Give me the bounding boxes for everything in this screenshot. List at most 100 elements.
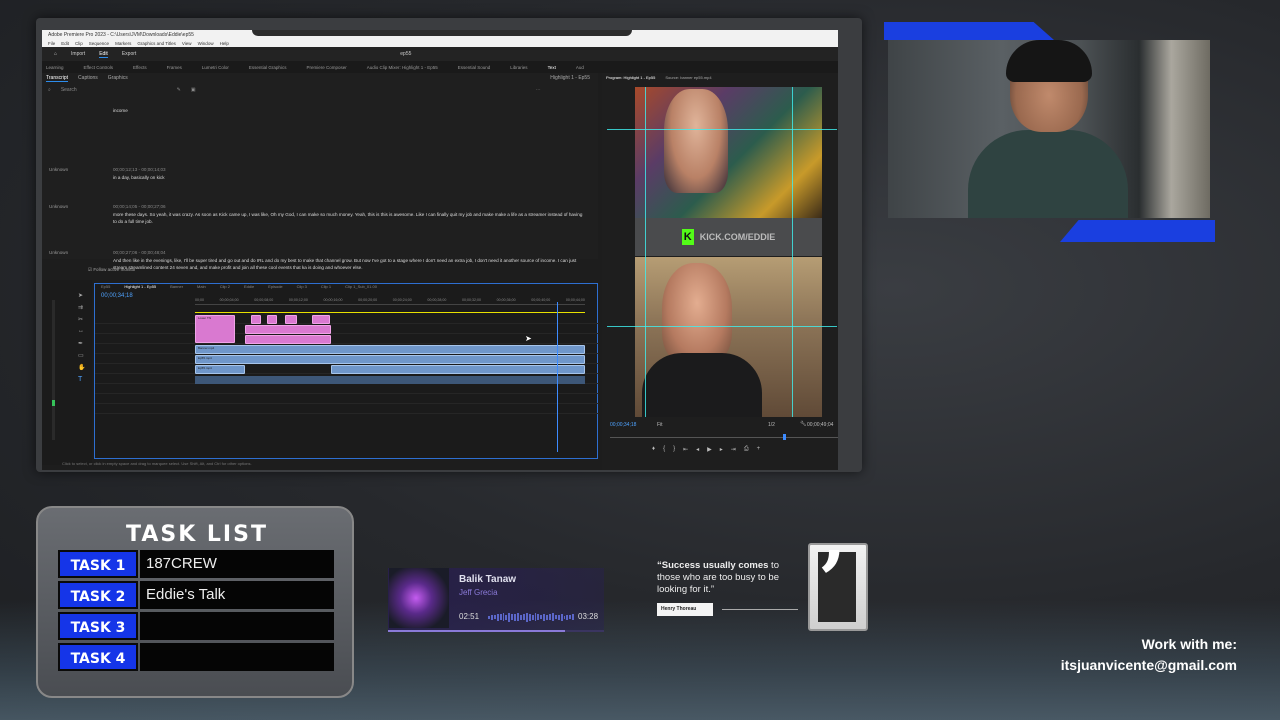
waveform-progress [488,612,575,622]
menu-view[interactable]: View [182,41,192,46]
timeline-tab[interactable]: Episode [268,284,282,292]
quote-text: “Success usually comes to those who are … [657,560,802,596]
clip-pink[interactable] [245,325,331,334]
captions-icon[interactable]: ▣ [191,87,196,93]
clip-pink[interactable] [285,315,297,324]
tab-source[interactable]: Source: banner ep55.mp4 [665,75,711,83]
clip-banner[interactable]: Banner.mp4 [195,345,585,354]
fit-dropdown[interactable]: Fit [657,422,663,428]
entry-text: more these days. So yeah, it was crazy. … [113,212,583,224]
task-list-title: TASK LIST [126,522,268,547]
waveform-bar [525,612,528,622]
ws-tab[interactable]: Effect Controls [84,65,113,70]
rectangle-tool-icon[interactable]: ▭ [78,352,84,359]
tab-graphics[interactable]: Graphics [108,75,128,81]
ruler-tick: 00;00;40;00 [531,298,551,302]
timeline-tab[interactable]: Clip 1_Sub_01.00 [345,284,377,292]
work-area-bar[interactable] [195,312,585,313]
ws-tab[interactable]: Aud [576,65,584,70]
timeline-tab[interactable]: Clip 3 [297,284,307,292]
go-to-out-icon[interactable]: ⇥ [731,446,736,456]
waveform-bar [537,614,540,620]
tab-captions[interactable]: Captions [78,75,98,81]
streamer-hair [1006,40,1092,82]
play-icon[interactable]: ▶ [707,446,712,456]
menu-edit[interactable]: Edit [61,41,69,46]
menu-clip[interactable]: Clip [75,41,83,46]
mark-out-icon[interactable]: } [673,446,675,456]
go-to-in-icon[interactable]: ⇤ [683,446,688,456]
checkbox-icon[interactable]: ☑ [88,267,92,272]
mode-export[interactable]: Export [122,51,136,57]
clip-ep55[interactable] [331,365,585,374]
clip-pink[interactable] [312,315,330,324]
wrench-icon[interactable]: 🔧︎ [800,421,806,427]
clip-ep55[interactable]: Ep55.mp4 [195,355,585,364]
clip-pink[interactable] [245,335,331,344]
step-forward-icon[interactable]: ▸ [720,446,723,456]
program-timecode[interactable]: 00;00;34;18 [610,422,636,428]
follow-monitor-checkbox[interactable]: ☑ Follow active monitor [42,264,598,276]
waveform-bar [502,613,505,621]
ws-tab[interactable]: Effects [133,65,147,70]
song-duration: 03:28 [578,612,599,621]
pencil-icon[interactable]: ✎ [177,87,181,93]
more-icon[interactable]: ⋯ [536,87,541,93]
timeline-timecode[interactable]: 00;00;34;18 [101,293,133,299]
ws-tab[interactable]: Lumetri Color [202,65,229,70]
ws-tab[interactable]: Frames [167,65,182,70]
ws-tab[interactable]: Learning [46,65,64,70]
clip-ep55[interactable]: Ep55.mp4 [195,365,245,374]
step-back-icon[interactable]: ◂ [696,446,699,456]
ws-tab[interactable]: Premiere Composer [306,65,346,70]
menu-sequence[interactable]: Sequence [89,41,109,46]
ws-tab[interactable]: Essential Sound [458,65,491,70]
clip-lower-third[interactable]: Lower Thi [195,315,235,343]
audio-clip[interactable] [195,376,585,384]
ws-tab[interactable]: Text [548,65,556,70]
menu-window[interactable]: Window [198,41,214,46]
search-input[interactable]: Search [61,87,77,93]
timeline-tab[interactable]: Clip 2 [220,284,230,292]
playhead[interactable] [557,302,558,452]
timeline-tab[interactable]: Main [197,284,206,292]
time-ruler[interactable]: 00;00 00;00;04;00 00;00;08;00 00;00;12;0… [195,298,585,305]
track-select-icon[interactable]: ⇉ [78,304,83,311]
marker-icon[interactable]: ♦ [652,446,655,456]
razor-tool-icon[interactable]: ✂ [78,316,83,323]
type-tool-icon[interactable]: T [78,376,82,383]
menu-markers[interactable]: Markers [115,41,131,46]
timeline-tab[interactable]: Highlight 1 - Ep55 [124,284,156,292]
timeline-tab[interactable]: Clip 1 [321,284,331,292]
tab-transcript[interactable]: Transcript [46,75,69,82]
scrubber-playhead[interactable] [782,434,786,440]
search-icon[interactable]: ⌕ [48,87,51,93]
timeline-tab[interactable]: Banner [170,284,183,292]
slip-tool-icon[interactable]: ↔ [78,328,84,334]
home-icon[interactable]: ⌂ [54,51,57,57]
add-icon[interactable]: + [757,446,761,456]
menu-help[interactable]: Help [220,41,229,46]
clip-pink[interactable] [251,315,261,324]
export-frame-icon[interactable]: ⎙ [744,446,749,456]
pen-tool-icon[interactable]: ✒ [78,340,83,347]
menu-file[interactable]: File [48,41,55,46]
ruler-tick: 00;00 [195,298,204,302]
ws-tab[interactable]: Libraries [510,65,527,70]
selection-tool-icon[interactable]: ➤ [78,292,83,299]
resolution-dropdown[interactable]: 1/2 [768,422,775,428]
mode-import[interactable]: Import [71,51,85,57]
clip-pink[interactable] [267,315,277,324]
hand-tool-icon[interactable]: ✋ [78,364,85,371]
mark-in-icon[interactable]: { [663,446,665,456]
ws-tab[interactable]: Essential Graphics [249,65,287,70]
timeline-tab[interactable]: Ep55 [101,284,110,292]
task-row: TASK 4 [58,643,334,671]
host-face [662,263,732,363]
tab-program[interactable]: Program: Highlight 1 - Ep55 [606,75,655,83]
mode-edit[interactable]: Edit [99,51,108,58]
program-scrubber[interactable] [610,437,838,438]
timeline-tab[interactable]: Eddie [244,284,254,292]
menu-graphics[interactable]: Graphics and Titles [137,41,176,46]
ws-tab[interactable]: Audio Clip Mixer: Highlight 1 - Ep55 [367,65,438,70]
